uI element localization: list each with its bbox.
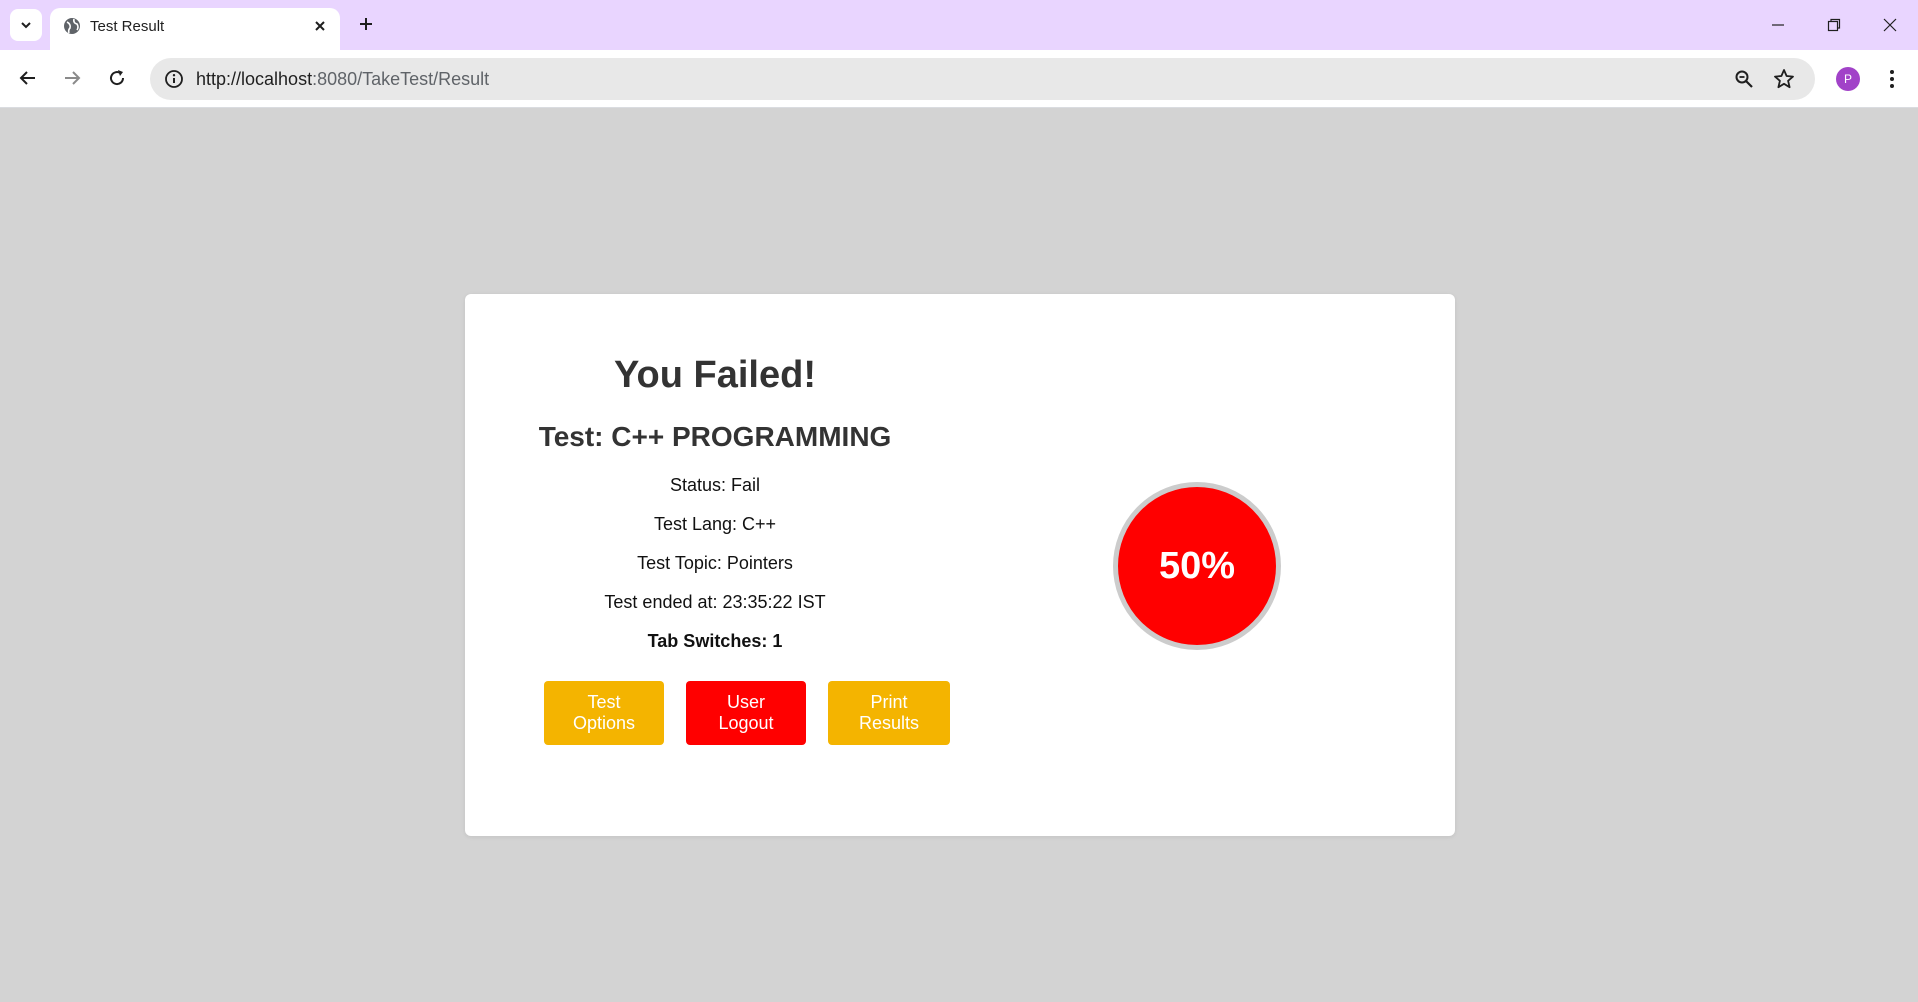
tab-close-button[interactable] <box>310 16 330 36</box>
restore-button[interactable] <box>1814 10 1854 40</box>
result-card: You Failed! Test: C++ PROGRAMMING Status… <box>465 294 1455 836</box>
address-bar[interactable]: http://localhost:8080/TakeTest/Result <box>150 58 1815 100</box>
action-buttons: Test Options User Logout Print Results <box>544 681 950 745</box>
close-icon <box>315 21 325 31</box>
print-results-button[interactable]: Print Results <box>828 681 950 745</box>
test-ended-text: Test ended at: 23:35:22 IST <box>604 592 826 612</box>
new-tab-button[interactable] <box>352 10 380 38</box>
browser-toolbar: http://localhost:8080/TakeTest/Result P <box>0 50 1918 108</box>
site-info-button[interactable] <box>162 67 186 91</box>
score-circle: 50% <box>1113 482 1281 650</box>
arrow-right-icon <box>65 71 81 85</box>
info-icon <box>165 70 183 88</box>
reload-button[interactable] <box>101 62 133 94</box>
restore-icon <box>1827 18 1841 32</box>
plus-icon <box>360 18 372 30</box>
reload-icon <box>110 70 125 86</box>
zoom-button[interactable] <box>1732 67 1756 91</box>
chevron-down-icon <box>21 22 31 29</box>
close-icon <box>1883 18 1897 32</box>
window-close-button[interactable] <box>1870 10 1910 40</box>
browser-tab[interactable]: Test Result <box>50 8 340 50</box>
globe-icon <box>64 18 80 34</box>
arrow-left-icon <box>19 71 35 85</box>
test-lang-text: Test Lang: C++ <box>653 514 777 534</box>
forward-button[interactable] <box>56 62 88 94</box>
tab-strip: Test Result <box>0 0 1918 50</box>
back-button[interactable] <box>12 62 44 94</box>
result-details: You Failed! Test: C++ PROGRAMMING Status… <box>515 354 915 670</box>
zoom-out-icon <box>1735 70 1753 88</box>
profile-avatar[interactable]: P <box>1836 67 1860 91</box>
url-path: :8080/TakeTest/Result <box>312 69 490 89</box>
bookmark-button[interactable] <box>1772 67 1796 91</box>
url-host: http://localhost <box>196 69 313 89</box>
tab-search-button[interactable] <box>10 9 42 41</box>
url-text[interactable]: http://localhost:8080/TakeTest/Result <box>196 69 489 90</box>
score-percentage: 50% <box>1158 544 1236 587</box>
tab-switches-text: Tab Switches: 1 <box>647 631 783 651</box>
star-icon <box>1774 69 1794 89</box>
result-heading: You Failed! <box>614 354 816 396</box>
more-vertical-icon <box>1890 70 1894 88</box>
minimize-button[interactable] <box>1758 10 1798 40</box>
tab-title: Test Result <box>90 18 165 35</box>
test-title: Test: C++ PROGRAMMING <box>538 421 892 452</box>
status-text: Status: Fail <box>669 475 761 495</box>
test-topic-text: Test Topic: Pointers <box>637 553 793 573</box>
user-logout-button[interactable]: User Logout <box>686 681 806 745</box>
minimize-icon <box>1772 24 1784 26</box>
test-options-button[interactable]: Test Options <box>544 681 664 745</box>
browser-menu-button[interactable] <box>1880 63 1904 95</box>
